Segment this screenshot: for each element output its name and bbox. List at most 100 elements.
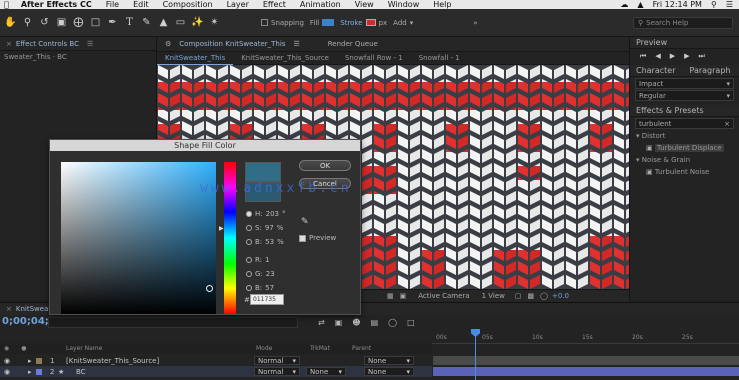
menu-animation[interactable]: Animation: [300, 0, 341, 9]
views-dropdown[interactable]: 1 View: [482, 292, 505, 300]
tab-knitsweater-source[interactable]: KnitSweater_This_Source: [233, 52, 337, 65]
last-frame-icon[interactable]: ⏭: [698, 52, 704, 61]
snapping-option[interactable]: Snapping: [261, 19, 304, 27]
red-field[interactable]: R: 1: [246, 256, 269, 264]
current-time-indicator[interactable]: [475, 333, 476, 380]
tab-snowfall[interactable]: Snowfall - 1: [411, 52, 468, 65]
effect-controls-tab[interactable]: × Effect Controls BC ☰: [0, 37, 156, 51]
expand-triangle-icon[interactable]: ▸: [28, 357, 32, 365]
hue-value[interactable]: 203: [266, 210, 279, 218]
active-camera-dropdown[interactable]: Active Camera: [418, 292, 469, 300]
toggle-icon[interactable]: ▢: [515, 292, 522, 300]
close-icon[interactable]: ×: [6, 40, 12, 48]
roto-brush-icon[interactable]: ✨: [191, 16, 204, 29]
layer-duration-bar[interactable]: [433, 356, 739, 365]
eraser-icon[interactable]: ▭: [174, 16, 187, 29]
hue-field[interactable]: H: 203 °: [246, 210, 286, 218]
render-queue-tab[interactable]: Render Queue: [328, 40, 378, 48]
disclosure-triangle-icon[interactable]: ▾: [636, 156, 640, 164]
clear-search-icon[interactable]: ×: [724, 120, 730, 128]
trkmat-header[interactable]: TrkMat: [310, 345, 330, 352]
comp-flowchart-icon[interactable]: ⇄: [318, 318, 325, 327]
layer-name[interactable]: [KnitSweater_This_Source]: [66, 357, 159, 365]
layer-mode-dropdown[interactable]: Normal ▾: [254, 356, 300, 365]
brightness-field[interactable]: B: 53 %: [246, 238, 284, 246]
effects-item-turbulent-displace[interactable]: ▣ Turbulent Displace: [630, 142, 739, 154]
layer-parent-dropdown[interactable]: None ▾: [364, 356, 414, 365]
menu-help[interactable]: Help: [433, 0, 451, 9]
layer-duration-bar[interactable]: [433, 367, 739, 376]
saturation-value[interactable]: 97: [265, 224, 274, 232]
preview-checkbox[interactable]: [299, 234, 306, 242]
hue-radio[interactable]: [246, 211, 252, 217]
grid-icon[interactable]: ▦: [387, 292, 394, 300]
expand-triangle-icon[interactable]: ▸: [28, 368, 32, 376]
shy-icon[interactable]: ☻: [352, 318, 360, 327]
saturation-field[interactable]: S: 97 %: [246, 224, 283, 232]
saturation-brightness-field[interactable]: [61, 162, 216, 314]
graph-editor-icon[interactable]: □: [407, 318, 415, 327]
panel-menu-icon[interactable]: ☰: [293, 40, 299, 48]
fill-option[interactable]: Fill: [310, 19, 335, 27]
layer-label-color[interactable]: [36, 358, 42, 364]
prev-frame-icon[interactable]: ◀: [655, 52, 660, 60]
zoom-icon[interactable]: ⚲: [21, 16, 34, 29]
stroke-option[interactable]: Stroke px: [340, 19, 387, 27]
layer-name-header[interactable]: Layer Name: [66, 345, 102, 352]
green-value[interactable]: 23: [266, 270, 275, 278]
type-icon[interactable]: T: [123, 16, 136, 29]
mask-icon[interactable]: ▣: [400, 292, 407, 300]
wifi-icon[interactable]: ▲: [637, 0, 643, 9]
layer-trkmat-dropdown[interactable]: None ▾: [306, 367, 346, 376]
menu-file[interactable]: File: [106, 0, 119, 9]
rectangle-icon[interactable]: □: [89, 16, 102, 29]
effects-group-noise-grain[interactable]: ▾ Noise & Grain: [630, 154, 739, 166]
color-field-marker[interactable]: [206, 285, 213, 292]
parent-header[interactable]: Parent: [352, 345, 371, 352]
stroke-swatch[interactable]: [365, 19, 376, 26]
saturation-radio[interactable]: [246, 225, 252, 231]
menu-composition[interactable]: Composition: [163, 0, 213, 9]
pen-icon[interactable]: ✒: [106, 16, 119, 29]
camera-icon[interactable]: ▣: [55, 16, 68, 29]
tab-character[interactable]: Character: [636, 66, 676, 75]
clone-stamp-icon[interactable]: ▲: [157, 16, 170, 29]
effects-search-field[interactable]: turbulent ×: [635, 118, 734, 129]
menu-view[interactable]: View: [355, 0, 374, 9]
font-family-dropdown[interactable]: Impact ▾: [635, 78, 734, 89]
add-menu[interactable]: Add ▾: [393, 19, 413, 27]
brightness-value[interactable]: 53: [265, 238, 274, 246]
flowchart-icon[interactable]: ▩: [528, 292, 535, 300]
frame-blending-icon[interactable]: ▤: [371, 318, 379, 327]
blue-radio[interactable]: [246, 285, 252, 291]
visibility-icon[interactable]: ◉: [4, 368, 10, 376]
fill-swatch[interactable]: [322, 19, 335, 26]
panel-menu-icon[interactable]: ☰: [87, 40, 93, 48]
preview-checkbox-row[interactable]: Preview: [299, 234, 336, 242]
play-icon[interactable]: ▶: [670, 52, 675, 60]
app-menu[interactable]: After Effects CC: [21, 0, 92, 9]
draft-3d-icon[interactable]: ▣: [335, 318, 343, 327]
eyedropper-icon[interactable]: ✎: [301, 217, 309, 227]
green-radio[interactable]: [246, 271, 252, 277]
tab-paragraph[interactable]: Paragraph: [690, 66, 731, 75]
stroke-width-unit[interactable]: px: [379, 19, 388, 27]
menu-layer[interactable]: Layer: [227, 0, 249, 9]
brush-icon[interactable]: ✎: [140, 16, 153, 29]
preview-panel-title[interactable]: Preview: [630, 37, 739, 49]
expand-icon[interactable]: »: [473, 19, 477, 27]
exposure-value[interactable]: +0.0: [552, 292, 569, 300]
apple-icon[interactable]: : [4, 0, 9, 9]
hex-color-field[interactable]: 011735: [250, 294, 284, 305]
layer-name[interactable]: BC: [76, 368, 86, 376]
exposure-icon[interactable]: ◯: [540, 292, 548, 300]
font-style-dropdown[interactable]: Regular ▾: [635, 90, 734, 101]
menu-effect[interactable]: Effect: [263, 0, 286, 9]
workspace-icons[interactable]: »: [473, 19, 477, 27]
timeline-layer-row[interactable]: ◉ ▸ 2 ★ BC Normal ▾ None ▾ None ▾: [0, 366, 432, 377]
next-frame-icon[interactable]: ▶: [684, 52, 689, 60]
menu-edit[interactable]: Edit: [133, 0, 149, 9]
search-help-field[interactable]: ⚲ Search Help: [633, 17, 733, 29]
effects-presets-title[interactable]: Effects & Presets: [630, 105, 739, 117]
effects-item-turbulent-noise[interactable]: ▣ Turbulent Noise: [630, 166, 739, 178]
